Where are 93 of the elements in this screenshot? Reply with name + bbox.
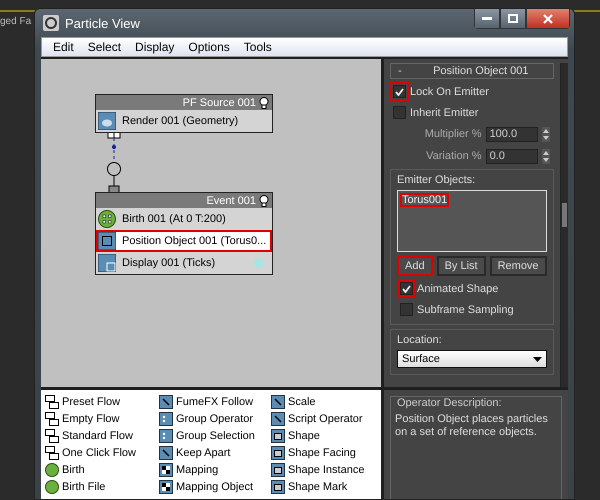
depot-item[interactable]: Scale [271,393,381,410]
node-operator[interactable]: Position Object 001 (Torus0... [96,230,272,252]
panel-button[interactable]: By List [436,256,486,276]
depot-item[interactable]: Empty Flow [45,410,159,427]
stacked-windows-icon [45,412,59,426]
checkbox[interactable] [400,303,413,316]
checkbox-label: Lock On Emitter [410,86,489,98]
group-label: Operator Description: [395,397,504,409]
cube-icon [271,428,285,442]
depot-item[interactable]: FumeFX Follow [159,393,271,410]
depot-item[interactable]: Standard Flow [45,427,159,444]
list-item[interactable]: Torus001 [400,193,450,207]
location-dropdown[interactable]: Surface [397,350,547,368]
spinner-field[interactable]: 100.0 [486,126,538,142]
cube-icon [271,480,285,494]
panel-button[interactable]: Add [397,256,433,276]
flow-node[interactable]: Event 001 Birth 001 (At 0 T:200) Position Object 001 (Torus0... Display 001 (Ticks) [95,192,273,275]
scrollbar[interactable] [560,63,568,387]
circle-icon [45,480,59,494]
operator-label: Render 001 (Geometry) [122,115,240,127]
node-title: Event 001 [206,194,256,206]
minimize-icon [482,16,492,20]
depot-item[interactable]: Group Operator [159,410,271,427]
rollout-header[interactable]: - Position Object 001 [390,63,554,79]
square-icon [271,412,285,426]
app-logo-icon [43,15,59,31]
collapse-toggle[interactable]: - [391,65,409,77]
cube-icon [271,462,285,476]
depot-item[interactable]: Script Operator [271,410,381,427]
menu-item[interactable]: Tools [236,40,279,54]
depot-item[interactable]: Keep Apart [159,444,271,461]
stacked-windows-icon [45,428,59,442]
menu-item[interactable]: Edit [46,40,81,54]
cube-icon [271,446,285,460]
square-icon [159,394,173,408]
window-title: Particle View [65,16,141,30]
menu-item[interactable]: Options [181,40,237,54]
spinner-arrows-icon[interactable] [542,126,550,142]
close-icon [542,14,553,24]
checkbox[interactable] [393,106,406,119]
spinner-arrows-icon[interactable] [542,148,550,164]
rollout-title: Position Object 001 [432,65,530,77]
group-label: Location: [397,334,443,346]
checkbox-label: Animated Shape [417,282,498,294]
depot-item[interactable]: Shape [271,427,381,444]
checkbox[interactable] [393,85,406,98]
depot-item[interactable]: Shape Facing [271,444,381,461]
dotted-circle-icon [98,210,116,228]
square-grid-icon [98,254,116,272]
menu-item[interactable]: Select [80,40,128,54]
dotted-square-icon [159,412,173,426]
square-icon [271,394,285,408]
close-button[interactable] [526,9,570,29]
spinner-label: Variation % [426,150,482,162]
square-corners-icon [98,232,116,250]
depot-item[interactable]: Mapping [159,461,271,478]
maximize-button[interactable] [500,9,526,29]
depot-item[interactable]: Birth File [45,478,159,495]
depot-item[interactable]: Shape Mark [271,478,381,495]
node-title: PF Source 001 [182,96,256,108]
checkbox-label: Inherit Emitter [410,106,478,118]
operator-label: Position Object 001 (Torus0... [122,235,268,247]
checkbox[interactable] [400,282,413,295]
maximize-icon [508,14,518,23]
depot-item[interactable]: Mapping Object [159,478,271,495]
spinner-field[interactable]: 0.0 [486,148,538,164]
operator-label: Display 001 (Ticks) [122,257,216,269]
depot-item[interactable]: One Click Flow [45,444,159,461]
description-text: Position Object places particles on a set of reference objects. [395,413,549,439]
lightbulb-icon[interactable] [259,194,269,206]
stacked-windows-icon [45,446,59,460]
depot-item[interactable]: Birth [45,461,159,478]
depot-item[interactable]: Shape Instance [271,461,381,478]
checkbox-label: Subframe Sampling [417,304,514,316]
checker-icon [159,462,173,476]
square-icon [159,446,173,460]
menu-item[interactable]: Display [128,40,182,54]
panel-button[interactable]: Remove [490,256,547,276]
lightbulb-icon[interactable] [259,96,269,108]
stacked-windows-icon [45,394,59,408]
operator-label: Birth 001 (At 0 T:200) [122,213,227,225]
flow-node[interactable]: PF Source 001 Render 001 (Geometry) [95,94,273,133]
emitter-list[interactable]: Torus001 [397,190,547,252]
minimize-button[interactable] [474,9,500,29]
group-label: Emitter Objects: [397,174,476,186]
checker-icon [159,480,173,494]
depot-item[interactable]: Preset Flow [45,393,159,410]
circle-icon [45,462,59,476]
spinner-label: Multiplier % [424,128,482,140]
dropdown-caret-icon [532,356,542,362]
depot-item[interactable]: Group Selection [159,427,271,444]
dotted-square-icon [159,428,173,442]
background-text: ged Fa [0,16,32,27]
